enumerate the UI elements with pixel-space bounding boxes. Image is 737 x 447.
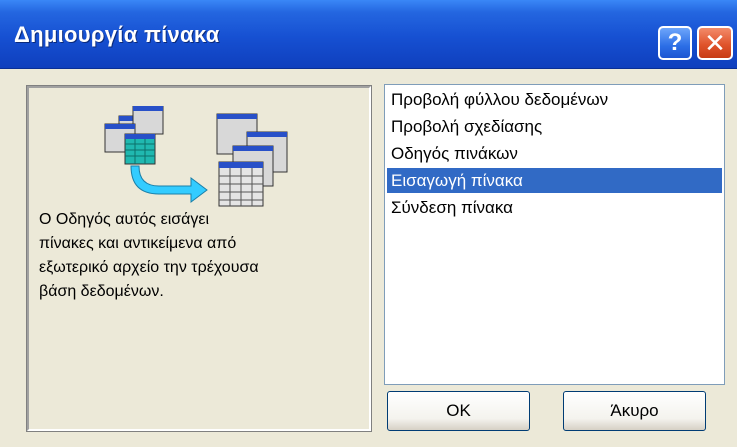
ok-button[interactable]: OK (387, 391, 530, 431)
cancel-button[interactable]: Άκυρο (563, 391, 706, 431)
description-panel: Ο Οδηγός αυτός εισάγει πίνακες και αντικ… (26, 85, 372, 432)
close-button[interactable]: ✕ (697, 26, 733, 60)
arrow-shape (130, 165, 208, 203)
title-bar[interactable]: Δημιουργία πίνακα ? ✕ (0, 0, 737, 69)
list-item-import-table[interactable]: Εισαγωγή πίνακα (387, 168, 722, 193)
source-table-icon (104, 106, 164, 165)
create-table-dialog: Δημιουργία πίνακα ? ✕ Ο Οδηγός αυτός εισ… (0, 0, 737, 447)
list-item-design-view[interactable]: Προβολή σχεδίασης (387, 114, 722, 139)
help-icon: ? (667, 29, 683, 56)
list-item-link-table[interactable]: Σύνδεση πίνακα (387, 195, 722, 220)
window-title: Δημιουργία πίνακα (14, 22, 220, 47)
list-item-table-wizard[interactable]: Οδηγός πινάκων (387, 141, 722, 166)
list-item-datasheet-view[interactable]: Προβολή φύλλου δεδομένων (387, 87, 722, 112)
close-icon: ✕ (704, 27, 726, 58)
destination-table-icon (216, 113, 288, 207)
help-button[interactable]: ? (658, 26, 692, 60)
view-options-list[interactable]: Προβολή φύλλου δεδομένων Προβολή σχεδίασ… (384, 84, 725, 385)
table-import-illustration-icon (104, 106, 288, 207)
wizard-description: Ο Οδηγός αυτός εισάγει πίνακες και αντικ… (39, 211, 259, 300)
